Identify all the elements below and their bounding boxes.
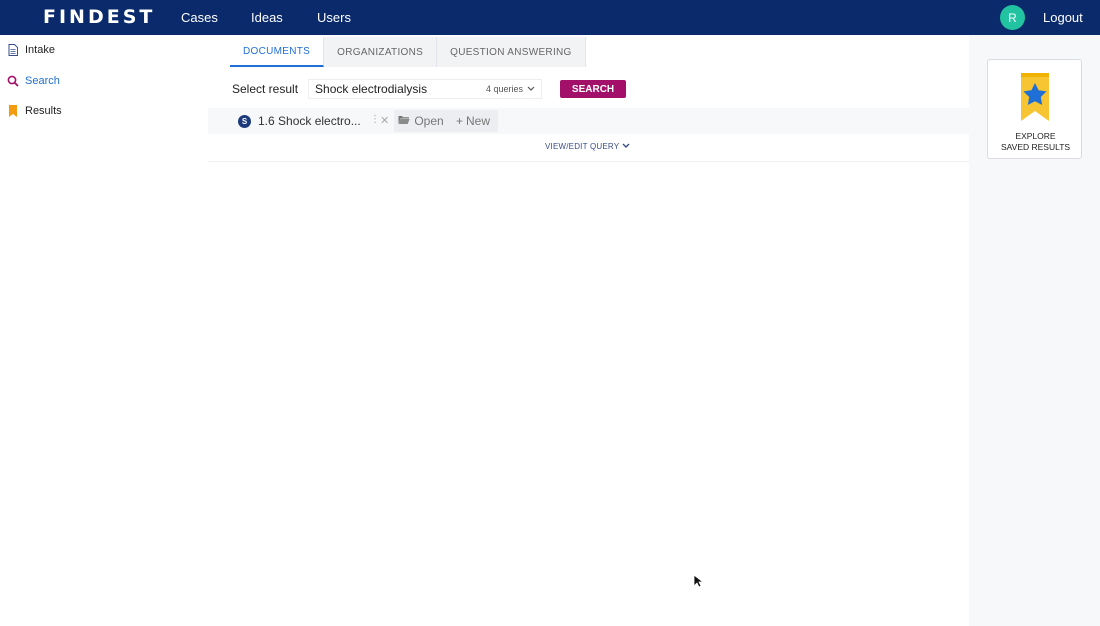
sidebar-item-label: Results bbox=[25, 105, 62, 117]
chevron-down-icon bbox=[527, 84, 535, 94]
user-avatar[interactable]: R bbox=[1000, 5, 1025, 30]
tab-organizations[interactable]: ORGANIZATIONS bbox=[324, 37, 438, 67]
top-navbar: FINDEST Cases Ideas Users R Logout bbox=[0, 0, 1100, 35]
mouse-cursor-icon bbox=[693, 574, 703, 588]
select-result-dropdown[interactable]: Shock electrodialysis 4 queries bbox=[308, 79, 543, 99]
search-button[interactable]: SEARCH bbox=[560, 80, 627, 98]
sidebar-item-results[interactable]: Results bbox=[7, 102, 62, 120]
folder-open-icon bbox=[398, 114, 410, 128]
explore-saved-results-button[interactable]: EXPLORE SAVED RESULTS bbox=[987, 59, 1082, 159]
nav-ideas[interactable]: Ideas bbox=[251, 10, 283, 25]
saved-results-label: SAVED RESULTS bbox=[1000, 142, 1071, 152]
explore-label: EXPLORE bbox=[1015, 131, 1056, 141]
query-tab[interactable]: S 1.6 Shock electro... bbox=[238, 113, 361, 129]
view-edit-query-toggle[interactable]: VIEW/EDIT QUERY bbox=[545, 142, 630, 151]
kebab-menu-icon[interactable]: ⋮ bbox=[370, 114, 380, 125]
main-panel: DOCUMENTS ORGANIZATIONS QUESTION ANSWERI… bbox=[208, 35, 969, 626]
divider bbox=[208, 161, 969, 162]
query-tab-row: S 1.6 Shock electro... ⋮ ✕ Open + New bbox=[208, 108, 969, 134]
new-label: New bbox=[466, 114, 491, 128]
nav-users[interactable]: Users bbox=[317, 10, 351, 25]
queries-dropdown[interactable]: 4 queries bbox=[486, 84, 535, 94]
sidebar-item-label: Intake bbox=[25, 44, 55, 56]
query-title: 1.6 Shock electro... bbox=[258, 114, 361, 128]
close-icon[interactable]: ✕ bbox=[380, 114, 389, 127]
tab-question-answering[interactable]: QUESTION ANSWERING bbox=[437, 37, 586, 67]
select-result-row: Select result Shock electrodialysis 4 qu… bbox=[232, 79, 627, 99]
sidebar-item-label: Search bbox=[25, 75, 60, 87]
findest-logo[interactable]: FINDEST bbox=[43, 6, 155, 28]
select-result-label: Select result bbox=[232, 82, 299, 96]
chevron-down-icon bbox=[622, 142, 630, 151]
sidebar-item-search[interactable]: Search bbox=[7, 72, 60, 90]
plus-icon: + bbox=[455, 114, 463, 128]
query-badge: S bbox=[238, 114, 251, 128]
logout-link[interactable]: Logout bbox=[1043, 10, 1083, 25]
new-query-button[interactable]: + New bbox=[448, 110, 498, 132]
tab-documents[interactable]: DOCUMENTS bbox=[230, 37, 325, 67]
document-icon bbox=[7, 43, 19, 57]
open-query-button[interactable]: Open bbox=[394, 110, 448, 132]
bookmark-icon bbox=[7, 104, 19, 118]
queries-count: 4 queries bbox=[486, 84, 524, 94]
nav-cases[interactable]: Cases bbox=[181, 10, 218, 25]
sidebar: Intake Search Results bbox=[0, 35, 208, 626]
star-ribbon-icon bbox=[1019, 73, 1051, 121]
sidebar-item-intake[interactable]: Intake bbox=[7, 41, 55, 59]
view-edit-query-label: VIEW/EDIT QUERY bbox=[545, 142, 620, 151]
open-label: Open bbox=[414, 114, 444, 128]
result-tabs: DOCUMENTS ORGANIZATIONS QUESTION ANSWERI… bbox=[230, 37, 586, 67]
selected-result-value: Shock electrodialysis bbox=[315, 82, 428, 96]
search-icon bbox=[7, 74, 19, 88]
